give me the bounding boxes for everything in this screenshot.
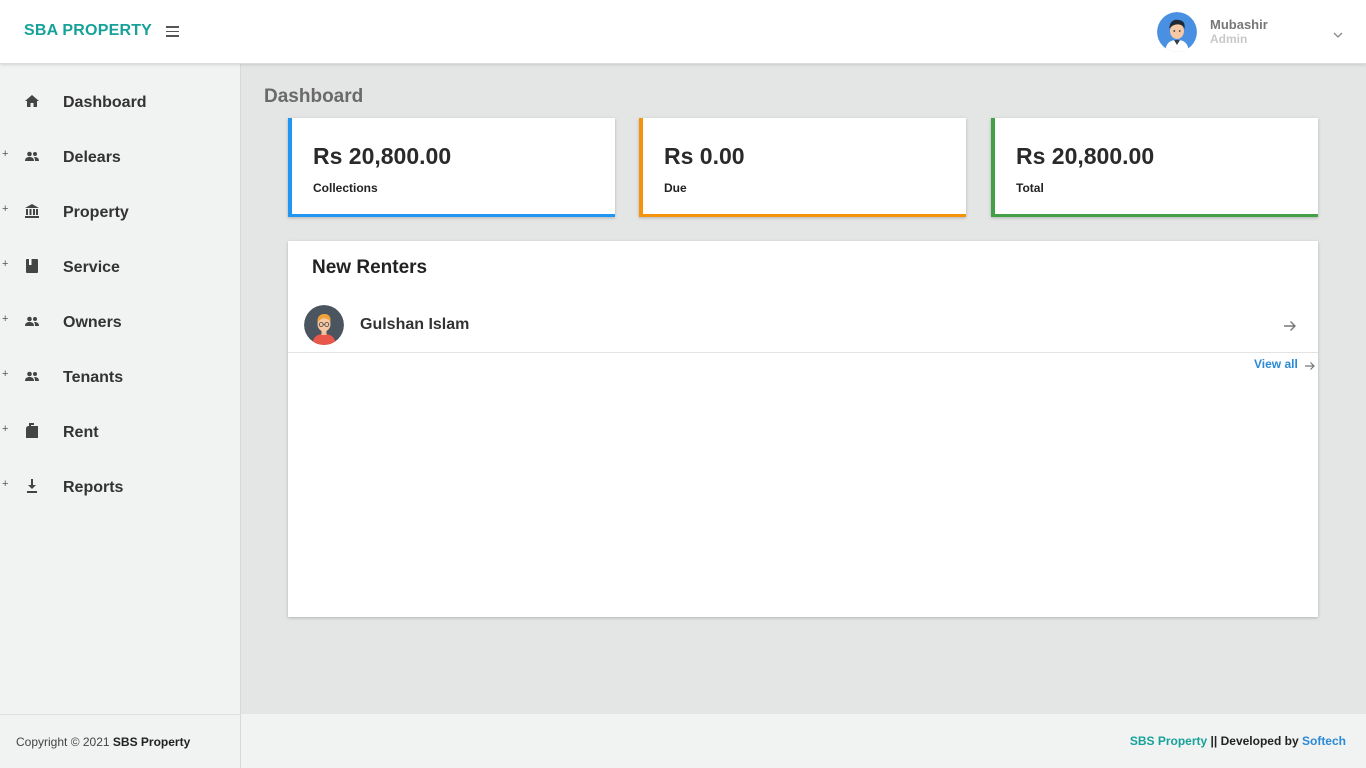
expand-plus-icon[interactable]: +: [2, 148, 8, 160]
book-icon: [23, 257, 41, 275]
user-avatar[interactable]: [1157, 12, 1197, 52]
renter-name: Gulshan Islam: [360, 316, 470, 333]
list-item[interactable]: Gulshan Islam: [288, 301, 1318, 353]
people-icon: [23, 312, 41, 330]
brand-logo-text[interactable]: SBA PROPERTY: [24, 22, 152, 40]
people-icon: [23, 147, 41, 165]
sidebar-item-dashboard[interactable]: Dashboard: [0, 85, 240, 125]
avatar: [304, 305, 344, 345]
download-icon: [23, 477, 41, 495]
stat-card-collections: Rs 20,800.00 Collections: [288, 118, 615, 217]
hamburger-icon[interactable]: [166, 26, 179, 37]
sidebar-item-reports[interactable]: + Reports: [0, 470, 240, 510]
expand-plus-icon[interactable]: +: [2, 203, 8, 215]
sidebar: Dashboard + Delears + Property + Service…: [0, 64, 241, 714]
new-renters-title: New Renters: [312, 257, 428, 278]
sidebar-item-tenants[interactable]: + Tenants: [0, 360, 240, 400]
sidebar-item-label: Property: [63, 204, 129, 221]
arrow-right-icon[interactable]: [1304, 359, 1316, 371]
user-role: Admin: [1210, 32, 1248, 46]
view-all-link[interactable]: View all: [1254, 357, 1298, 371]
stat-value: Rs 20,800.00: [313, 143, 452, 169]
people-icon: [23, 367, 41, 385]
expand-plus-icon[interactable]: +: [2, 313, 8, 325]
chevron-down-icon[interactable]: [1332, 27, 1344, 38]
sidebar-item-label: Reports: [63, 479, 124, 496]
stat-card-total: Rs 20,800.00 Total: [991, 118, 1318, 217]
page-title: Dashboard: [264, 86, 364, 107]
top-bar: SBA PROPERTY Mubashir Admin: [0, 0, 1366, 64]
copyright-prefix: Copyright © 2021: [16, 735, 110, 749]
sidebar-item-service[interactable]: + Service: [0, 250, 240, 290]
expand-plus-icon[interactable]: +: [2, 368, 8, 380]
sidebar-item-label: Rent: [63, 424, 99, 441]
stat-label: Collections: [313, 181, 378, 195]
sidebar-item-owners[interactable]: + Owners: [0, 305, 240, 345]
sidebar-item-rent[interactable]: + Rent: [0, 415, 240, 455]
footer-credit: SBS Property || Developed by Softech: [1130, 734, 1346, 748]
sidebar-item-label: Owners: [63, 314, 122, 331]
stat-value: Rs 20,800.00: [1016, 143, 1155, 169]
stat-card-due: Rs 0.00 Due: [639, 118, 966, 217]
expand-plus-icon[interactable]: +: [2, 258, 8, 270]
expand-plus-icon[interactable]: +: [2, 423, 8, 435]
expand-plus-icon[interactable]: +: [2, 478, 8, 490]
developer-link[interactable]: Softech: [1302, 734, 1346, 748]
stat-label: Total: [1016, 181, 1044, 195]
home-icon: [23, 92, 41, 110]
new-renters-card: New Renters Gulshan Islam View all: [288, 241, 1318, 617]
stat-value: Rs 0.00: [664, 143, 745, 169]
sidebar-item-label: Dashboard: [63, 94, 147, 111]
sidebar-footer: Copyright © 2021 SBS Property: [0, 714, 241, 768]
footer-developed-by: Developed by: [1220, 734, 1299, 748]
stat-label: Due: [664, 181, 687, 195]
bank-icon: [23, 202, 41, 220]
footer-brand: SBS Property: [1129, 734, 1208, 748]
user-name[interactable]: Mubashir: [1210, 17, 1268, 32]
arrow-right-icon[interactable]: [1282, 318, 1298, 334]
copyright-company: SBS Property: [112, 735, 191, 749]
sidebar-item-property[interactable]: + Property: [0, 195, 240, 235]
sidebar-item-label: Delears: [63, 149, 121, 166]
sidebar-item-label: Service: [63, 259, 120, 276]
mailbox-icon: [23, 422, 41, 440]
sidebar-item-label: Tenants: [63, 369, 124, 386]
footer-separator: ||: [1210, 734, 1218, 748]
copyright-text: Copyright © 2021 SBS Property: [16, 735, 190, 749]
sidebar-item-delears[interactable]: + Delears: [0, 140, 240, 180]
main-footer: SBS Property || Developed by Softech: [241, 714, 1366, 768]
